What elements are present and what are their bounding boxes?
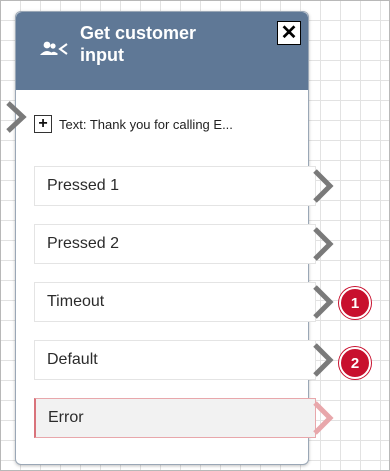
branch-pressed-2[interactable]: Pressed 2 [34, 224, 316, 264]
callout-badge-1: 1 [339, 287, 371, 319]
branch-label: Pressed 2 [47, 235, 120, 252]
branch-error[interactable]: Error [34, 398, 316, 438]
input-connector-icon[interactable] [3, 100, 29, 134]
users-branch-icon [40, 41, 68, 55]
branch-default[interactable]: Default [34, 340, 316, 380]
branch-label: Error [48, 409, 84, 426]
block-title-line-2: input [80, 45, 124, 65]
branch-label: Pressed 1 [47, 177, 120, 194]
error-connector-icon[interactable] [310, 399, 336, 437]
prompt-text: Text: Thank you for calling E... [59, 116, 233, 132]
branch-label: Default [47, 351, 98, 368]
plus-icon[interactable]: + [34, 115, 52, 133]
block-title: Get customer input [80, 22, 260, 66]
branch-connector-icon[interactable] [310, 167, 336, 205]
block-header[interactable]: Get customer input ✕ [16, 12, 308, 90]
block-title-line-1: Get customer [80, 23, 197, 43]
callout-badge-2: 2 [339, 347, 371, 379]
branch-timeout[interactable]: Timeout [34, 282, 316, 322]
close-icon: ✕ [280, 22, 298, 44]
branch-connector-icon[interactable] [310, 341, 336, 379]
close-button[interactable]: ✕ [277, 21, 301, 45]
branch-connector-icon[interactable] [310, 283, 336, 321]
branch-label: Timeout [47, 293, 105, 310]
branch-pressed-1[interactable]: Pressed 1 [34, 166, 316, 206]
branch-connector-icon[interactable] [310, 225, 336, 263]
prompt-row[interactable]: + Text: Thank you for calling E... [34, 112, 233, 136]
